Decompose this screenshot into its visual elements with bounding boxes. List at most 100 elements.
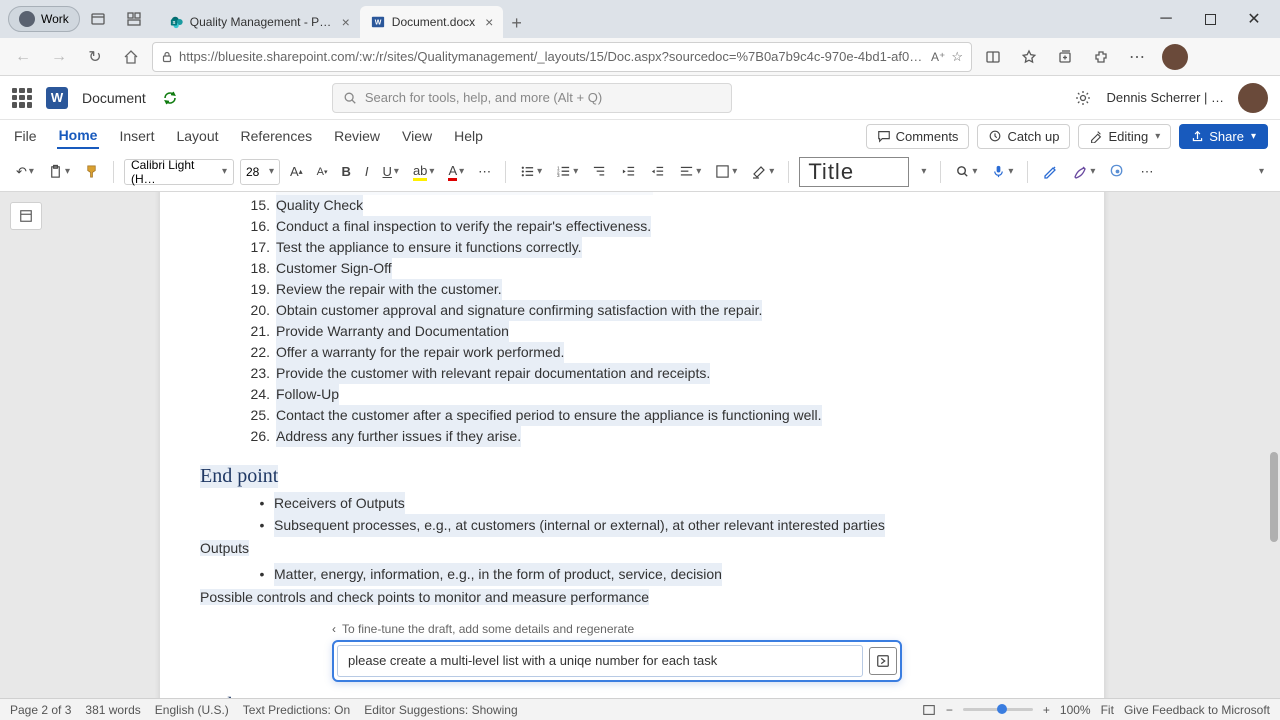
- style-dropdown[interactable]: ▾: [915, 158, 930, 186]
- close-icon[interactable]: ×: [342, 14, 350, 30]
- highlight-button[interactable]: ab▾: [409, 158, 439, 186]
- list-item: Test the appliance to ensure it function…: [276, 237, 582, 258]
- split-screen-icon[interactable]: [978, 42, 1008, 72]
- home-button[interactable]: [116, 42, 146, 72]
- tab-home[interactable]: Home: [57, 123, 100, 149]
- fit-button[interactable]: Fit: [1101, 703, 1114, 717]
- url-bar[interactable]: https://bluesite.sharepoint.com/:w:/r/si…: [152, 42, 972, 72]
- style-select[interactable]: Title: [799, 157, 909, 187]
- paste-button[interactable]: ▾: [44, 158, 74, 186]
- status-page[interactable]: Page 2 of 3: [10, 703, 71, 717]
- minimize-button[interactable]: ─: [1144, 4, 1188, 34]
- clear-formatting-button[interactable]: ▾: [747, 158, 778, 186]
- read-aloud-icon[interactable]: A⁺: [931, 50, 945, 64]
- bold-button[interactable]: B: [338, 158, 355, 186]
- copilot-button[interactable]: [1105, 158, 1130, 186]
- search-icon: [343, 91, 357, 105]
- font-color-button[interactable]: A▾: [444, 158, 468, 186]
- favorites-icon[interactable]: [1014, 42, 1044, 72]
- line-spacing-button[interactable]: ▾: [711, 158, 741, 186]
- zoom-in-button[interactable]: +: [1043, 703, 1050, 717]
- status-words[interactable]: 381 words: [85, 703, 140, 717]
- status-predictions[interactable]: Text Predictions: On: [243, 703, 350, 717]
- status-language[interactable]: English (U.S.): [155, 703, 229, 717]
- list-item: Provide Warranty and Documentation: [276, 321, 509, 342]
- dictate-button[interactable]: ▾: [987, 158, 1017, 186]
- toolbar-more-button[interactable]: ⋯: [1136, 158, 1157, 186]
- heading-endpoint-1: End point: [200, 465, 278, 488]
- profile-work-pill[interactable]: Work: [8, 6, 80, 32]
- catchup-button[interactable]: Catch up: [977, 124, 1070, 149]
- ribbon-collapse-button[interactable]: ▾: [1253, 158, 1268, 186]
- word-app-icon[interactable]: W: [46, 87, 68, 109]
- user-name[interactable]: Dennis Scherrer | …: [1106, 90, 1224, 105]
- recent-icon[interactable]: [83, 4, 113, 34]
- browser-profile-avatar[interactable]: [1162, 44, 1188, 70]
- copilot-prompt-input[interactable]: please create a multi-level list with a …: [337, 645, 863, 677]
- settings-icon[interactable]: [1074, 89, 1092, 107]
- back-button[interactable]: ←: [8, 42, 38, 72]
- bullets-button[interactable]: ▾: [516, 158, 546, 186]
- tab-references[interactable]: References: [239, 124, 315, 148]
- scrollbar-thumb[interactable]: [1270, 452, 1278, 542]
- refresh-button[interactable]: ↻: [80, 42, 110, 72]
- align-button[interactable]: ▾: [675, 158, 705, 186]
- italic-button[interactable]: I: [361, 158, 373, 186]
- app-launcher-icon[interactable]: [12, 88, 32, 108]
- feedback-link[interactable]: Give Feedback to Microsoft: [1124, 703, 1270, 717]
- font-family-select[interactable]: Calibri Light (H…▾: [124, 159, 234, 185]
- copilot-send-button[interactable]: [869, 647, 897, 675]
- more-icon[interactable]: ⋯: [1122, 42, 1152, 72]
- tab-layout[interactable]: Layout: [174, 124, 220, 148]
- header-right: Dennis Scherrer | …: [1074, 83, 1268, 113]
- designer-button[interactable]: ▾: [1068, 158, 1099, 186]
- new-tab-button[interactable]: +: [503, 9, 530, 38]
- navigation-pane-toggle[interactable]: [10, 202, 42, 230]
- tab-view[interactable]: View: [400, 124, 434, 148]
- list-item: Offer a warranty for the repair work per…: [276, 342, 564, 363]
- user-avatar[interactable]: [1238, 83, 1268, 113]
- tab-help[interactable]: Help: [452, 124, 485, 148]
- comments-button[interactable]: Comments: [866, 124, 970, 149]
- outputs-label: Outputs: [200, 540, 249, 556]
- document-title[interactable]: Document: [82, 90, 146, 106]
- numbering-button[interactable]: 123▾: [552, 158, 582, 186]
- tab-insert[interactable]: Insert: [117, 124, 156, 148]
- extensions-icon[interactable]: [1086, 42, 1116, 72]
- decrease-indent-button[interactable]: [617, 158, 640, 186]
- view-mode-icon[interactable]: [922, 703, 936, 717]
- format-painter-button[interactable]: [80, 158, 103, 186]
- search-bar[interactable]: Search for tools, help, and more (Alt + …: [332, 83, 732, 113]
- maximize-button[interactable]: [1188, 4, 1232, 34]
- chevron-left-icon[interactable]: ‹: [332, 622, 336, 636]
- find-button[interactable]: ▾: [951, 158, 981, 186]
- favorite-icon[interactable]: ☆: [951, 49, 963, 65]
- editing-dropdown[interactable]: Editing▾: [1078, 124, 1171, 149]
- font-size-select[interactable]: 28▾: [240, 159, 280, 185]
- document-page[interactable]: 14.Ensure the appliance is restored to p…: [160, 192, 1104, 698]
- tab-word-doc[interactable]: W Document.docx ×: [360, 6, 504, 38]
- share-button[interactable]: Share▾: [1179, 124, 1268, 149]
- grow-font-button[interactable]: A▴: [286, 158, 307, 186]
- shrink-font-button[interactable]: A▾: [313, 158, 332, 186]
- multilevel-button[interactable]: [588, 158, 611, 186]
- tab-review[interactable]: Review: [332, 124, 382, 148]
- undo-button[interactable]: ↶▾: [12, 158, 38, 186]
- list-item: Customer Sign-Off: [276, 258, 392, 279]
- saved-sync-icon[interactable]: [162, 90, 178, 106]
- zoom-slider[interactable]: [963, 708, 1033, 711]
- close-button[interactable]: ✕: [1232, 4, 1276, 34]
- zoom-level[interactable]: 100%: [1060, 703, 1091, 717]
- zoom-out-button[interactable]: −: [946, 703, 953, 717]
- editor-button[interactable]: [1038, 158, 1062, 186]
- tab-file[interactable]: File: [12, 124, 39, 148]
- increase-indent-button[interactable]: [646, 158, 669, 186]
- status-suggestions[interactable]: Editor Suggestions: Showing: [364, 703, 517, 717]
- list-item: Contact the customer after a specified p…: [276, 405, 822, 426]
- close-icon[interactable]: ×: [485, 14, 493, 30]
- more-font-button[interactable]: ⋯: [474, 158, 495, 186]
- collections-icon[interactable]: [1050, 42, 1080, 72]
- workspaces-icon[interactable]: [119, 4, 149, 34]
- underline-button[interactable]: U▾: [379, 158, 403, 186]
- tab-sharepoint[interactable]: S Quality Management - Processes ×: [160, 6, 360, 38]
